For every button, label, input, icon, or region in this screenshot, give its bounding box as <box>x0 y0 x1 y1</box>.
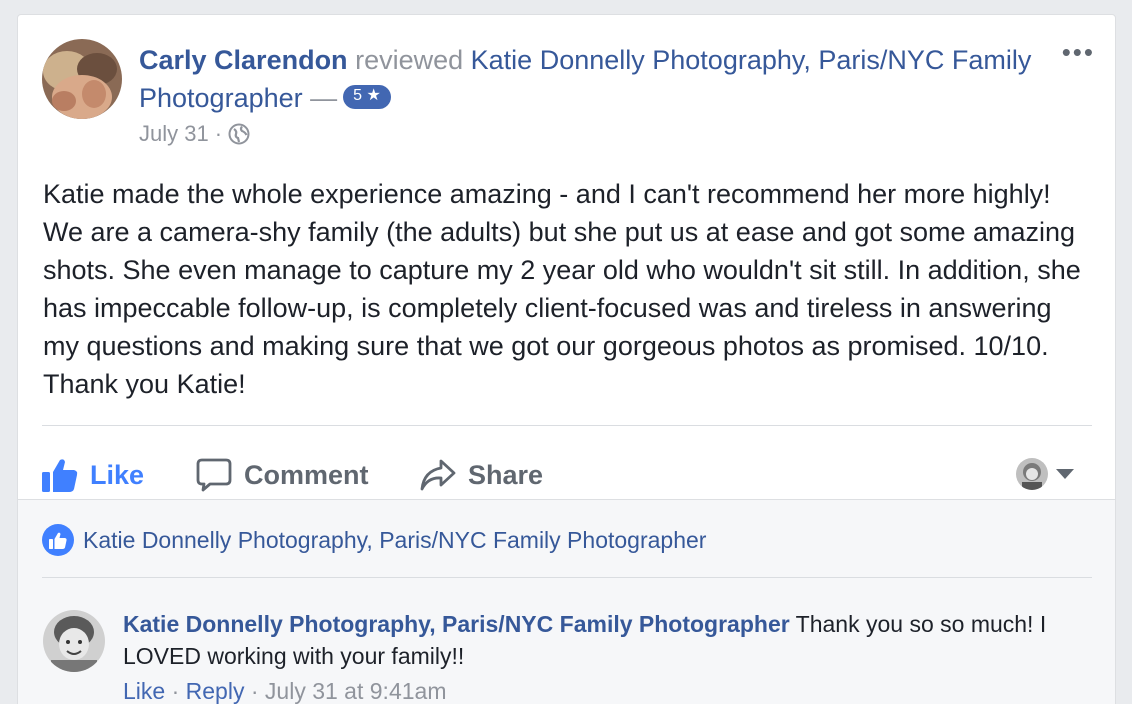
rating-badge: 5 ★ <box>343 84 391 109</box>
more-options-icon[interactable]: ••• <box>1062 39 1095 65</box>
like-label: Like <box>90 459 145 490</box>
comment-action-dot-2: · <box>244 678 265 704</box>
likes-summary[interactable]: Katie Donnelly Photography, Paris/NYC Fa… <box>42 524 706 556</box>
viewer-avatar <box>1016 458 1048 490</box>
thumbs-up-icon <box>42 459 78 492</box>
comment-text-block: Katie Donnelly Photography, Paris/NYC Fa… <box>123 608 1063 672</box>
author-avatar[interactable] <box>42 39 122 119</box>
chevron-down-icon <box>1056 469 1074 479</box>
meta-separator: · <box>214 121 223 146</box>
comment-author-avatar[interactable] <box>43 610 105 672</box>
comment-action-dot: · <box>165 678 186 704</box>
comment-reply-link[interactable]: Reply <box>186 678 245 704</box>
share-label: Share <box>468 459 544 490</box>
audience-selector[interactable] <box>1016 458 1074 490</box>
post-date[interactable]: July 31 <box>139 119 209 149</box>
review-post-card: Carly Clarendon reviewed Katie Donnelly … <box>17 14 1116 704</box>
globe-icon[interactable] <box>228 123 250 145</box>
post-meta: July 31 · <box>139 119 250 149</box>
comment-actions: Like · Reply · July 31 at 9:41am <box>123 678 446 704</box>
comment-label: Comment <box>244 459 369 490</box>
author-name-link[interactable]: Carly Clarendon <box>139 45 348 75</box>
review-text: Katie made the whole experience amazing … <box>43 179 1081 399</box>
comment-like-link[interactable]: Like <box>123 678 165 704</box>
post-header: Carly Clarendon reviewed Katie Donnelly … <box>139 41 1039 117</box>
header-dash: — <box>310 83 338 113</box>
comments-divider <box>42 577 1092 578</box>
comments-section: Katie Donnelly Photography, Paris/NYC Fa… <box>18 499 1115 704</box>
comment-icon <box>196 458 232 492</box>
share-icon <box>420 459 456 491</box>
review-verb: reviewed <box>355 45 464 75</box>
like-badge-icon <box>42 524 74 556</box>
actions-divider <box>42 425 1092 426</box>
comment-author-link[interactable]: Katie Donnelly Photography, Paris/NYC Fa… <box>123 611 790 637</box>
comment-timestamp[interactable]: July 31 at 9:41am <box>265 678 447 704</box>
liked-by-name[interactable]: Katie Donnelly Photography, Paris/NYC Fa… <box>83 527 706 554</box>
